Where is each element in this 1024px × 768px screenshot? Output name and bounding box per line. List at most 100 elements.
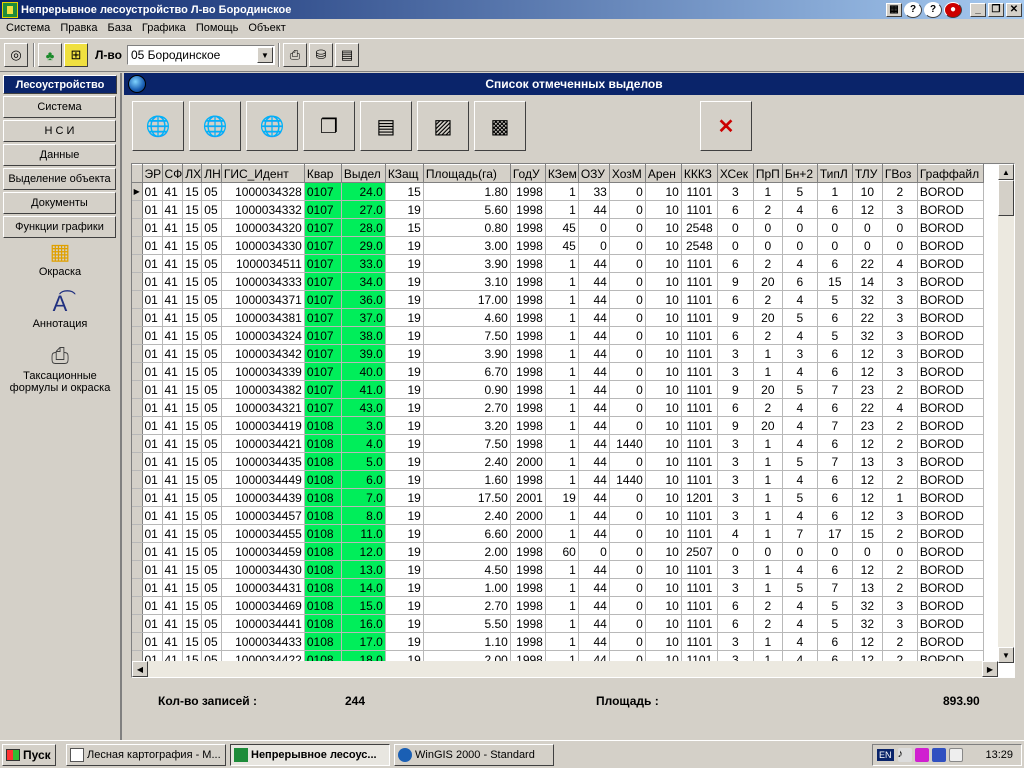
table-cell[interactable]: 41 bbox=[162, 254, 184, 273]
table-cell[interactable]: 41 bbox=[162, 290, 184, 309]
table-cell[interactable]: 0107 bbox=[304, 326, 342, 345]
table-cell[interactable]: 1 bbox=[545, 182, 579, 201]
row-indicator[interactable] bbox=[132, 200, 143, 219]
table-cell[interactable]: 4 bbox=[782, 398, 818, 417]
table-cell[interactable]: 0 bbox=[609, 398, 646, 417]
table-cell[interactable]: 2.00 bbox=[423, 542, 511, 561]
scroll-right-icon[interactable]: ▶ bbox=[982, 661, 998, 677]
table-cell[interactable]: 2 bbox=[882, 434, 918, 453]
table-cell[interactable]: 2 bbox=[882, 560, 918, 579]
table-cell[interactable]: 20 bbox=[753, 308, 783, 327]
row-indicator[interactable] bbox=[132, 398, 143, 417]
table-row[interactable]: 01 41 15 05 1000034421 0108 4.0 19 7.50 1998 1 44 14… bbox=[132, 434, 984, 453]
table-cell[interactable]: 1000034449 bbox=[221, 470, 305, 489]
table-cell[interactable]: 0 bbox=[609, 218, 646, 237]
table-cell[interactable]: 2548 bbox=[681, 218, 718, 237]
table-cell[interactable]: 1101 bbox=[681, 290, 718, 309]
table-cell[interactable]: BOROD bbox=[917, 218, 984, 237]
table-cell[interactable]: 9 bbox=[717, 272, 754, 291]
table-cell[interactable]: 05 bbox=[201, 488, 222, 507]
table-cell[interactable]: 1 bbox=[545, 254, 579, 273]
table-cell[interactable]: 1 bbox=[545, 362, 579, 381]
table-row[interactable]: ▶ 01 41 15 05 1000034328 0107 24.0 15 1.80 1998 1 33… bbox=[132, 182, 984, 201]
table-cell[interactable]: 10 bbox=[645, 632, 682, 651]
table-cell[interactable]: BOROD bbox=[917, 560, 984, 579]
row-indicator[interactable] bbox=[132, 542, 143, 561]
table-cell[interactable]: 0 bbox=[817, 542, 853, 561]
table-cell[interactable]: 19 bbox=[385, 398, 424, 417]
table-cell[interactable]: 1 bbox=[753, 182, 783, 201]
column-header[interactable]: ОЗУ bbox=[578, 164, 610, 183]
table-cell[interactable]: 41 bbox=[162, 596, 184, 615]
table-cell[interactable]: 60 bbox=[545, 542, 579, 561]
table-cell[interactable]: 10 bbox=[645, 416, 682, 435]
table-cell[interactable]: 01 bbox=[142, 326, 163, 345]
table-cell[interactable]: 15 bbox=[182, 578, 203, 597]
table-cell[interactable]: 41 bbox=[162, 218, 184, 237]
form-query-icon[interactable]: ▩ bbox=[474, 101, 526, 151]
table-cell[interactable]: 41 bbox=[162, 200, 184, 219]
table-cell[interactable]: 6 bbox=[782, 272, 818, 291]
table-cell[interactable]: 0108 bbox=[304, 452, 342, 471]
table-cell[interactable]: 41 bbox=[162, 416, 184, 435]
table-cell[interactable]: 2 bbox=[753, 596, 783, 615]
table-cell[interactable]: 4.50 bbox=[423, 560, 511, 579]
table-cell[interactable]: 05 bbox=[201, 254, 222, 273]
table-cell[interactable]: 4 bbox=[782, 200, 818, 219]
table-cell[interactable]: 10 bbox=[645, 560, 682, 579]
table-cell[interactable]: 2 bbox=[882, 380, 918, 399]
table-cell[interactable]: BOROD bbox=[917, 434, 984, 453]
table-cell[interactable]: 19 bbox=[385, 308, 424, 327]
nav-graphics-functions[interactable]: Функции графики bbox=[3, 216, 116, 238]
table-cell[interactable]: 6 bbox=[817, 632, 853, 651]
table-cell[interactable]: BOROD bbox=[917, 542, 984, 561]
table-cell[interactable]: BOROD bbox=[917, 488, 984, 507]
table-cell[interactable]: 19 bbox=[385, 488, 424, 507]
table-cell[interactable]: 01 bbox=[142, 290, 163, 309]
column-header[interactable]: КЗащ bbox=[385, 164, 424, 183]
table-cell[interactable]: 15 bbox=[182, 488, 203, 507]
table-cell[interactable]: 1 bbox=[545, 470, 579, 489]
table-cell[interactable]: 1998 bbox=[510, 416, 546, 435]
table-cell[interactable]: 10 bbox=[645, 326, 682, 345]
table-cell[interactable]: 6 bbox=[717, 614, 754, 633]
table-cell[interactable]: 1101 bbox=[681, 506, 718, 525]
table-cell[interactable]: 41 bbox=[162, 380, 184, 399]
table-cell[interactable]: 3 bbox=[717, 470, 754, 489]
table-cell[interactable]: 5 bbox=[782, 308, 818, 327]
table-cell[interactable]: 1 bbox=[545, 506, 579, 525]
table-cell[interactable]: 1000034324 bbox=[221, 326, 305, 345]
table-cell[interactable]: 05 bbox=[201, 326, 222, 345]
column-header[interactable]: ХозМ bbox=[609, 164, 646, 183]
table-cell[interactable]: 6 bbox=[817, 434, 853, 453]
table-cell[interactable]: 12 bbox=[852, 434, 883, 453]
table-cell[interactable]: 4 bbox=[782, 434, 818, 453]
table-cell[interactable]: 1 bbox=[882, 488, 918, 507]
table-cell[interactable]: 0 bbox=[609, 596, 646, 615]
menu-object[interactable]: Объект bbox=[244, 22, 291, 34]
table-cell[interactable]: 2 bbox=[882, 578, 918, 597]
table-cell[interactable]: 12 bbox=[852, 344, 883, 363]
table-cell[interactable]: 3 bbox=[882, 362, 918, 381]
table-cell[interactable]: 0108 bbox=[304, 560, 342, 579]
table-cell[interactable]: 1101 bbox=[681, 560, 718, 579]
table-cell[interactable]: 2 bbox=[753, 254, 783, 273]
table-cell[interactable]: 5 bbox=[782, 488, 818, 507]
table-cell[interactable]: 15 bbox=[182, 290, 203, 309]
table-cell[interactable]: 05 bbox=[201, 362, 222, 381]
table-cell[interactable]: 0 bbox=[609, 326, 646, 345]
table-cell[interactable]: 12 bbox=[852, 488, 883, 507]
database-icon[interactable]: ⛁ bbox=[308, 43, 333, 67]
table-cell[interactable]: 0 bbox=[717, 218, 754, 237]
table-cell[interactable]: 8.0 bbox=[341, 506, 386, 525]
table-cell[interactable]: 2 bbox=[753, 614, 783, 633]
table-cell[interactable]: 4 bbox=[717, 524, 754, 543]
table-cell[interactable]: 12 bbox=[852, 200, 883, 219]
table-cell[interactable]: 19 bbox=[385, 272, 424, 291]
column-header[interactable]: ТЛУ bbox=[852, 164, 883, 183]
table-cell[interactable]: 0 bbox=[852, 542, 883, 561]
table-cell[interactable]: 14.0 bbox=[341, 578, 386, 597]
table-cell[interactable]: 3 bbox=[882, 272, 918, 291]
row-indicator[interactable] bbox=[132, 416, 143, 435]
table-cell[interactable]: 1101 bbox=[681, 326, 718, 345]
